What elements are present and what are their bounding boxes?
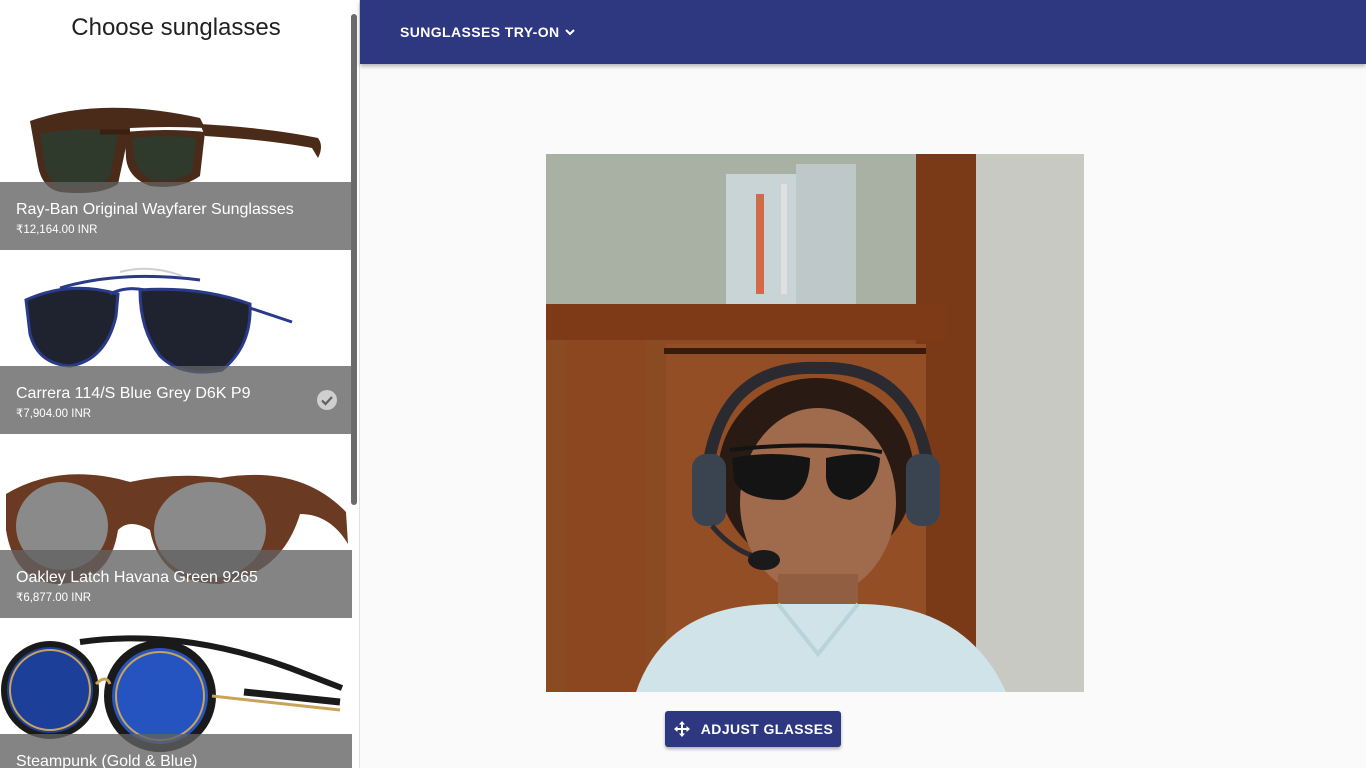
tile-price: ₹7,904.00 INR <box>16 408 92 420</box>
tile-name: Carrera 114/S Blue Grey D6K P9 <box>16 385 251 402</box>
app-bar: SUNGLASSES TRY-ON <box>360 0 1366 64</box>
tile-price: ₹6,877.00 INR <box>16 592 92 604</box>
sunglasses-tile-oakley[interactable]: Oakley Latch Havana Green 9265 ₹6,877.00… <box>0 434 352 618</box>
check-circle-icon <box>317 390 337 410</box>
sunglasses-tile-carrera[interactable]: Carrera 114/S Blue Grey D6K P9 ₹7,904.00… <box>0 250 352 434</box>
tile-caption: Oakley Latch Havana Green 9265 ₹6,877.00… <box>0 550 352 618</box>
tile-caption: Ray-Ban Original Wayfarer Sunglasses ₹12… <box>0 182 352 250</box>
sidebar-title: Choose sunglasses <box>71 14 281 41</box>
sunglasses-tile-wayfarer[interactable]: Ray-Ban Original Wayfarer Sunglasses ₹12… <box>0 66 352 250</box>
tile-name: Oakley Latch Havana Green 9265 <box>16 569 258 586</box>
webcam-video-frame <box>546 154 1084 692</box>
camera-preview <box>546 154 1084 692</box>
adjust-glasses-button[interactable]: ADJUST GLASSES <box>665 711 841 747</box>
sunglasses-tile-steampunk[interactable]: Steampunk (Gold & Blue) <box>0 618 352 768</box>
move-arrows-icon <box>673 721 690 737</box>
chevron-down-icon <box>564 29 575 36</box>
tile-caption: Steampunk (Gold & Blue) <box>0 734 352 768</box>
try-on-menu[interactable]: SUNGLASSES TRY-ON <box>400 22 576 42</box>
tile-price: ₹12,164.00 INR <box>16 224 98 236</box>
tile-name: Ray-Ban Original Wayfarer Sunglasses <box>16 201 294 218</box>
try-on-menu-label: SUNGLASSES TRY-ON <box>400 24 560 40</box>
sunglasses-sidebar: Choose sunglasses Ray-Ban Original Wayfa… <box>0 0 360 768</box>
tile-name: Steampunk (Gold & Blue) <box>16 753 198 768</box>
sidebar-scrollbar[interactable] <box>351 14 357 505</box>
tile-caption: Carrera 114/S Blue Grey D6K P9 ₹7,904.00… <box>0 366 352 434</box>
adjust-glasses-label: ADJUST GLASSES <box>700 721 834 737</box>
